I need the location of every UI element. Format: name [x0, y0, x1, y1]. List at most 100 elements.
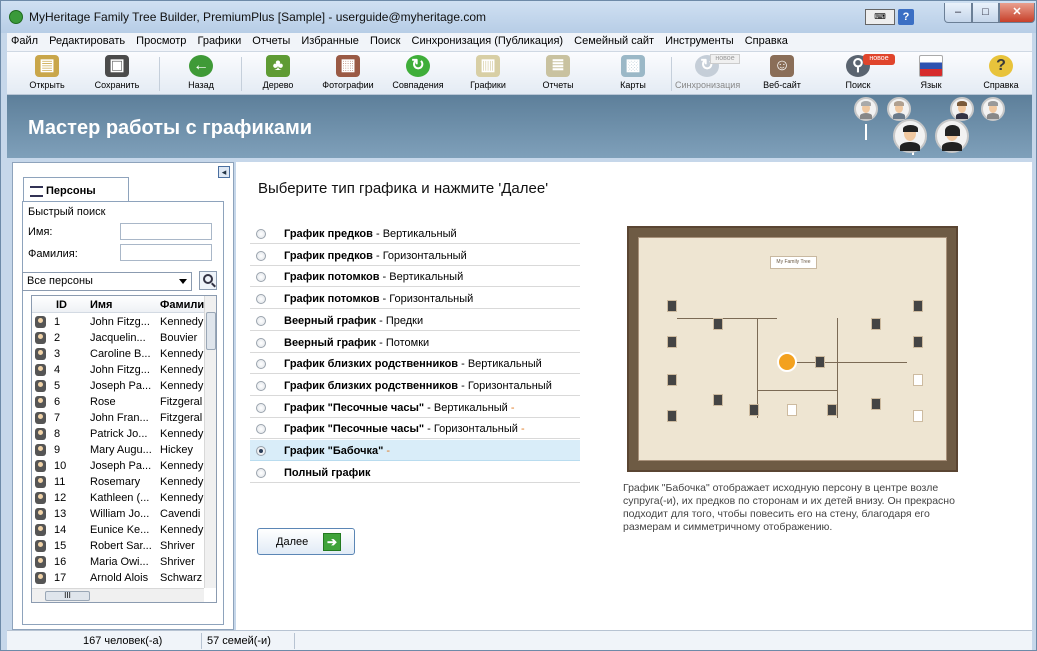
horizontal-scrollbar[interactable]: III [32, 588, 204, 602]
table-row[interactable]: 7 John Fran... Fitzgeral [32, 410, 204, 426]
menu-family-site[interactable]: Семейный сайт [570, 33, 658, 47]
chart-type-option[interactable]: График потомков - Горизонтальный [250, 288, 580, 310]
back-button[interactable]: ← Назад [169, 54, 233, 94]
table-row[interactable]: 9 Mary Augu... Hickey [32, 442, 204, 458]
table-row[interactable]: 11 Rosemary Kennedy [32, 474, 204, 490]
surname-input[interactable] [120, 244, 212, 261]
menu-help[interactable]: Справка [741, 33, 792, 47]
table-row[interactable]: 2 Jacquelin... Bouvier [32, 330, 204, 346]
photos-button[interactable]: ▦ Фотографии [316, 54, 380, 94]
avatar [950, 97, 974, 121]
table-row[interactable]: 10 Joseph Pa... Kennedy [32, 458, 204, 474]
table-row[interactable]: 16 Maria Owi... Shriver [32, 554, 204, 570]
radio-button[interactable] [256, 446, 266, 456]
matches-button[interactable]: ↻ Совпадения [386, 54, 450, 94]
radio-button[interactable] [256, 294, 266, 305]
next-button[interactable]: Далее ➔ [257, 528, 355, 555]
persons-filter-select[interactable]: Все персоны [22, 272, 192, 291]
menu-sync[interactable]: Синхронизация (Публикация) [408, 33, 568, 47]
charts-button[interactable]: ▥ Графики [456, 54, 520, 94]
radio-button[interactable] [256, 250, 266, 261]
maximize-button[interactable]: □ [972, 3, 999, 23]
cell-name: Caroline B... [90, 348, 151, 360]
open-button[interactable]: ▤ Открыть [15, 54, 79, 94]
collapse-panel-button[interactable]: ◂ [218, 166, 230, 178]
help-button[interactable]: ? Справка [969, 54, 1033, 94]
chart-type-option[interactable]: Полный график [250, 462, 580, 483]
website-icon: ☺ [770, 55, 794, 77]
column-id[interactable]: ID [56, 299, 67, 311]
menu-reports[interactable]: Отчеты [248, 33, 294, 47]
persons-table: ID Имя Фамили 1 John Fitzg... Kennedy 2 Jacq… [31, 295, 217, 603]
table-row[interactable]: 4 John Fitzg... Kennedy [32, 362, 204, 378]
radio-button[interactable] [256, 402, 266, 413]
table-row[interactable]: 5 Joseph Pa... Kennedy [32, 378, 204, 394]
table-row[interactable]: 6 Rose Fitzgeral [32, 394, 204, 410]
keyboard-icon[interactable]: ⌨ [865, 9, 895, 25]
chart-type-option[interactable]: График близких родственников - Горизонта… [250, 375, 580, 396]
column-name[interactable]: Имя [90, 299, 112, 311]
radio-button[interactable] [256, 337, 266, 348]
close-button[interactable]: ✕ [999, 3, 1035, 23]
cell-surname: Kennedy [160, 380, 204, 392]
cell-surname: Kennedy [160, 316, 204, 328]
option-label: Веерный график - Предки [284, 314, 424, 327]
radio-button[interactable] [256, 380, 266, 391]
person-icon [35, 492, 46, 504]
table-row[interactable]: 3 Caroline B... Kennedy [32, 346, 204, 362]
menu-view[interactable]: Просмотр [132, 33, 190, 47]
name-input[interactable] [120, 223, 212, 240]
vertical-scrollbar[interactable] [204, 296, 216, 588]
chart-type-option[interactable]: График "Песочные часы" - Вертикальный - [250, 397, 580, 418]
menu-charts[interactable]: Графики [193, 33, 245, 47]
cell-surname: Fitzgeral [160, 412, 203, 424]
table-row[interactable]: 17 Arnold Alois Schwarz [32, 570, 204, 586]
menu-search[interactable]: Поиск [366, 33, 404, 47]
radio-button[interactable] [256, 467, 266, 478]
website-button[interactable]: ☺ Веб-сайт [750, 54, 814, 94]
cell-name: Mary Augu... [90, 444, 152, 456]
radio-button[interactable] [256, 229, 266, 239]
table-row[interactable]: 15 Robert Sar... Shriver [32, 538, 204, 554]
menu-favorites[interactable]: Избранные [297, 33, 363, 47]
menu-edit[interactable]: Редактировать [45, 33, 129, 47]
table-row[interactable]: 13 William Jo... Cavendi [32, 506, 204, 522]
maps-icon: ▩ [621, 55, 645, 77]
table-row[interactable]: 14 Eunice Ke... Kennedy [32, 522, 204, 538]
tree-button[interactable]: ♣ Дерево [246, 54, 310, 94]
table-row[interactable]: 1 John Fitzg... Kennedy [32, 314, 204, 330]
radio-button[interactable] [256, 315, 266, 326]
avatar [935, 119, 969, 153]
window-title: MyHeritage Family Tree Builder, PremiumP… [29, 10, 487, 24]
chart-type-option[interactable]: График "Песочные часы" - Горизонтальный … [250, 418, 580, 440]
radio-button[interactable] [256, 272, 266, 283]
title-bar: MyHeritage Family Tree Builder, PremiumP… [1, 1, 1036, 33]
tab-persons[interactable]: Персоны [23, 177, 129, 202]
table-header: ID Имя Фамили [32, 296, 204, 313]
chart-type-option[interactable]: График близких родственников - Вертикаль… [250, 353, 580, 375]
person-icon [35, 396, 46, 408]
chart-type-option[interactable]: График предков - Горизонтальный [250, 245, 580, 266]
menu-file[interactable]: Файл [7, 33, 42, 47]
cell-name: Kathleen (... [90, 492, 150, 504]
reports-button[interactable]: ≣ Отчеты [526, 54, 590, 94]
table-row[interactable]: 8 Patrick Jo... Kennedy [32, 426, 204, 442]
filter-search-button[interactable] [199, 271, 217, 290]
radio-button[interactable] [256, 424, 266, 435]
maps-button[interactable]: ▩ Карты [601, 54, 665, 94]
chart-type-option[interactable]: График потомков - Вертикальный [250, 266, 580, 288]
radio-button[interactable] [256, 359, 266, 370]
help-icon[interactable]: ? [898, 9, 914, 25]
save-button[interactable]: ▣ Сохранить [85, 54, 149, 94]
toolbar-separator [159, 57, 160, 91]
chart-type-option[interactable]: График "Бабочка" - [250, 440, 580, 461]
chart-type-option[interactable]: График предков - Вертикальный [250, 223, 580, 244]
menu-tools[interactable]: Инструменты [661, 33, 738, 47]
table-row[interactable]: 12 Kathleen (... Kennedy [32, 490, 204, 506]
chart-type-option[interactable]: Веерный график - Потомки [250, 332, 580, 353]
chevron-down-icon [179, 279, 187, 284]
language-button[interactable]: Язык [899, 54, 963, 94]
chart-type-option[interactable]: Веерный график - Предки [250, 310, 580, 331]
column-surname[interactable]: Фамили [160, 299, 204, 311]
minimize-button[interactable]: ‒ [944, 3, 972, 23]
